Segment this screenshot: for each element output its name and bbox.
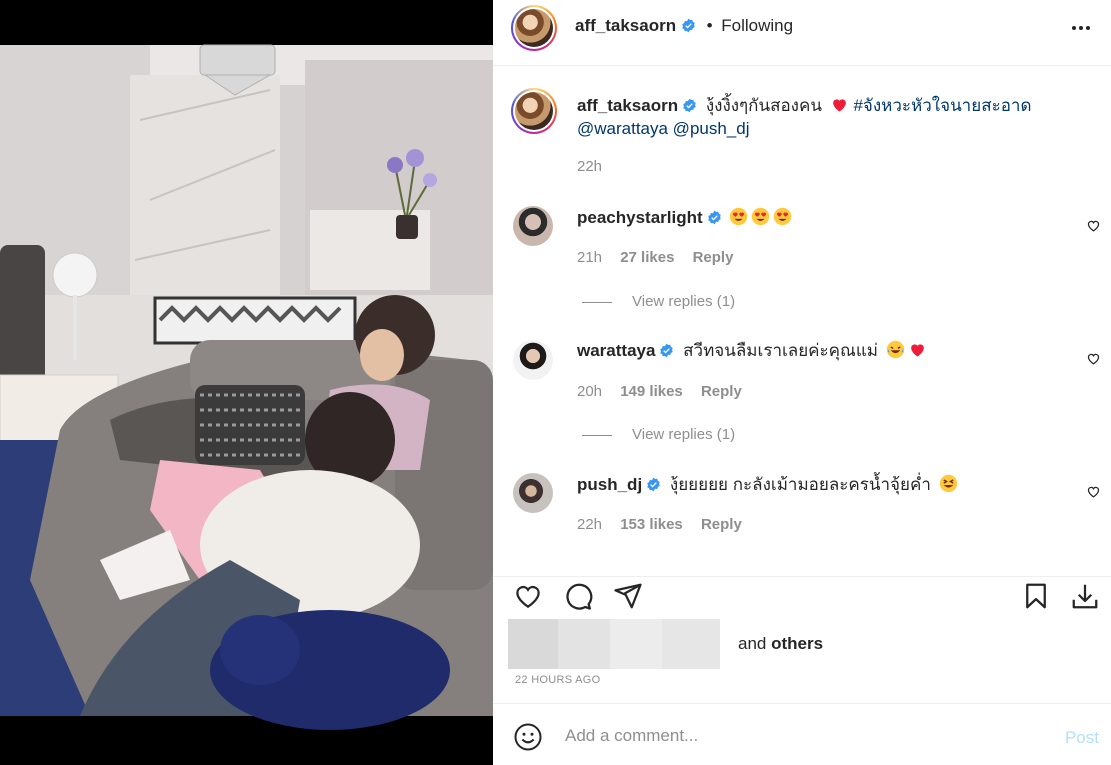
red-heart-emoji-icon — [910, 344, 924, 357]
author-header-line: aff_taksaorn • Following — [575, 16, 793, 36]
post-details-panel: aff_taksaorn • Following aff_taksaorn งุ… — [493, 0, 1111, 765]
comment-avatar[interactable] — [513, 340, 553, 380]
caption-username[interactable]: aff_taksaorn — [577, 96, 678, 115]
verified-badge-icon — [660, 343, 674, 358]
heart-eyes-emoji-icon — [752, 207, 770, 226]
reply-button[interactable]: Reply — [701, 383, 742, 400]
comment-likes[interactable]: 149 likes — [620, 383, 683, 400]
caption-mentions: @warattaya @push_dj — [577, 116, 750, 142]
caption-time: 22h — [577, 158, 603, 175]
comment-meta: 21h 27 likes Reply — [577, 249, 747, 266]
post-actions: and others 22 HOURS AGO — [493, 576, 1111, 702]
caption-meta: 22h — [577, 158, 616, 175]
comment-username[interactable]: push_dj — [577, 475, 642, 494]
comment-username[interactable]: warattaya — [577, 341, 655, 360]
caption-text: งุ้งงิ้งๆกันสองคน — [705, 96, 822, 115]
comment-body: งุ้ยยยยย กะลังเม้ามอยละครน้ำจุ้ยค่ำ — [669, 475, 931, 494]
view-replies-label: View replies (1) — [632, 293, 736, 310]
view-replies-label: View replies (1) — [632, 426, 736, 443]
and-text: and — [738, 634, 767, 653]
verified-badge-icon — [707, 210, 721, 225]
verified-badge-icon — [683, 98, 696, 113]
following-button[interactable]: Following — [721, 16, 793, 35]
comment-avatar[interactable] — [513, 473, 553, 513]
download-icon[interactable] — [1070, 581, 1100, 611]
comment-composer: Post — [493, 703, 1111, 765]
comment-time: 22h — [577, 516, 603, 533]
liked-by-text: and others — [738, 634, 823, 654]
comment-username[interactable]: peachystarlight — [577, 208, 703, 227]
laughing-tears-emoji-icon — [886, 340, 904, 359]
post-header: aff_taksaorn • Following — [493, 0, 1111, 66]
more-options-icon[interactable] — [1069, 16, 1093, 40]
comment-meta: 20h 149 likes Reply — [577, 383, 756, 400]
liked-by-avatar-blurred — [662, 619, 720, 669]
separator-dot: • — [706, 16, 713, 35]
author-avatar[interactable] — [511, 5, 557, 51]
replies-divider — [582, 434, 612, 436]
reply-button[interactable]: Reply — [693, 249, 734, 266]
verified-badge-icon — [682, 18, 695, 33]
liked-by-avatar-blurred — [508, 619, 558, 669]
caption-mentions-link[interactable]: @warattaya @push_dj — [577, 119, 750, 138]
heart-icon[interactable] — [513, 581, 543, 611]
comment-text: peachystarlight — [577, 205, 792, 231]
post-timestamp[interactable]: 22 HOURS AGO — [515, 674, 601, 686]
post-dialog: aff_taksaorn • Following aff_taksaorn งุ… — [0, 0, 1111, 765]
liked-by-avatar-blurred — [558, 619, 610, 669]
comments-list[interactable]: aff_taksaorn งุ้งงิ้งๆกันสองคน #จังหวะหั… — [493, 66, 1111, 576]
liked-by-avatar-blurred — [610, 619, 662, 669]
comment-icon[interactable] — [563, 581, 593, 611]
post-media[interactable] — [0, 0, 493, 765]
reply-button[interactable]: Reply — [701, 516, 742, 533]
others-link[interactable]: others — [771, 634, 823, 653]
replies-divider — [582, 301, 612, 303]
comment-likes[interactable]: 27 likes — [620, 249, 674, 266]
heart-eyes-emoji-icon — [774, 207, 792, 226]
comment-input[interactable] — [563, 718, 1037, 754]
author-username[interactable]: aff_taksaorn — [575, 16, 676, 35]
comment-like-heart-icon[interactable] — [1086, 351, 1101, 366]
comment-body: สวีทจนลืมเราเลยค่ะคุณแม่ — [683, 341, 878, 360]
caption-author-avatar[interactable] — [511, 88, 557, 134]
comment-time: 20h — [577, 383, 603, 400]
red-heart-icon — [832, 99, 846, 112]
view-replies-button[interactable]: View replies (1) — [582, 426, 735, 443]
comment-meta: 22h 153 likes Reply — [577, 516, 756, 533]
comment-avatar[interactable] — [513, 206, 553, 246]
comment-like-heart-icon[interactable] — [1086, 484, 1101, 499]
view-replies-button[interactable]: View replies (1) — [582, 293, 735, 310]
post-comment-button[interactable]: Post — [1065, 728, 1099, 748]
comment-time: 21h — [577, 249, 603, 266]
share-icon[interactable] — [613, 581, 643, 611]
bookmark-icon[interactable] — [1021, 581, 1051, 611]
squinting-grin-emoji-icon — [939, 474, 957, 493]
comment-text: push_dj งุ้ยยยยย กะลังเม้ามอยละครน้ำจุ้ย… — [577, 472, 958, 498]
comment-text: warattaya สวีทจนลืมเราเลยค่ะคุณแม่ — [577, 338, 927, 364]
post-photo — [0, 0, 493, 765]
emoji-icon[interactable] — [513, 722, 543, 752]
verified-badge-icon — [647, 477, 660, 492]
comment-likes[interactable]: 153 likes — [620, 516, 683, 533]
heart-eyes-emoji-icon — [730, 207, 748, 226]
caption-hashtag[interactable]: #จังหวะหัวใจนายสะอาด — [853, 96, 1031, 115]
comment-like-heart-icon[interactable] — [1086, 218, 1101, 233]
liked-by-row[interactable]: and others — [508, 619, 823, 669]
